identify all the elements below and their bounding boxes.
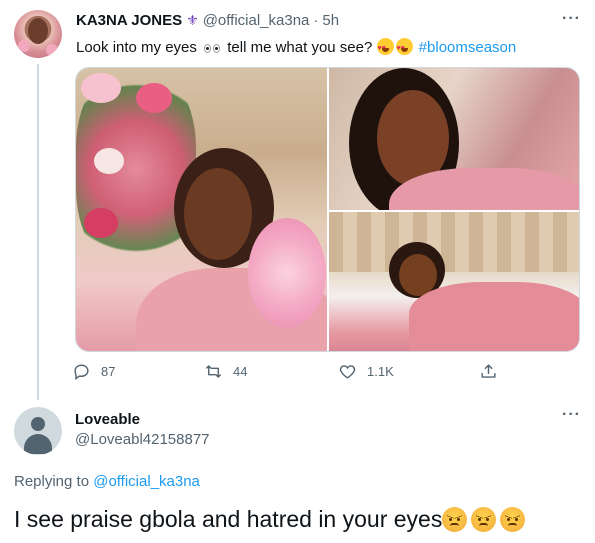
author-handle[interactable]: @official_ka3na xyxy=(203,12,310,29)
fleur-de-lis-icon: ⚜ xyxy=(186,12,199,28)
heart-icon xyxy=(339,365,356,379)
avatar-flower-decoration xyxy=(18,40,30,52)
reply-text: I see praise gbola and hatred in your ey… xyxy=(14,505,529,533)
reply-icon xyxy=(74,364,89,381)
default-avatar-head xyxy=(31,417,45,431)
author-avatar[interactable] xyxy=(14,10,62,58)
replying-to-line: Replying to @official_ka3na xyxy=(14,473,200,490)
retweet-icon xyxy=(205,365,222,378)
tweet-action-bar: 87 44 1.1K xyxy=(72,362,502,386)
reply-button[interactable]: 87 xyxy=(72,362,115,381)
replying-to-label: Replying to xyxy=(14,473,90,490)
share-button[interactable] xyxy=(479,362,508,381)
thread-connector-line xyxy=(37,64,39,400)
tweet-text-part: tell me what you see? xyxy=(227,39,373,56)
reply-text-body: I see praise gbola and hatred in your ey… xyxy=(14,506,443,532)
like-button[interactable]: 1.1K xyxy=(338,362,394,381)
more-options-icon[interactable]: ··· xyxy=(562,10,581,28)
tweet-text-part: Look into my eyes xyxy=(76,39,197,56)
avatar-face xyxy=(28,18,48,44)
tweet-text: Look into my eyes tell me what you see? … xyxy=(76,38,517,59)
dot-separator: · xyxy=(313,12,319,29)
tweet-header: KA3NA JONES ⚜ @official_ka3na · 5h xyxy=(76,12,339,29)
hashtag-link[interactable]: #bloomseason xyxy=(419,39,517,56)
tweet-timestamp[interactable]: 5h xyxy=(322,12,339,29)
heart-eyes-emoji-icon xyxy=(376,38,394,59)
reply-more-options-icon[interactable]: ··· xyxy=(562,406,581,424)
reply-author-handle[interactable]: @Loveabl42158877 xyxy=(75,431,210,448)
reply-author-name[interactable]: Loveable xyxy=(75,411,140,428)
photo-lying-on-bed[interactable] xyxy=(329,212,579,351)
reply-count: 87 xyxy=(101,364,116,379)
retweet-count: 44 xyxy=(233,364,248,379)
eyes-emoji-icon xyxy=(203,38,221,58)
angry-face-emoji-icon xyxy=(500,507,526,532)
photo-closeup-portrait[interactable] xyxy=(329,68,579,210)
like-count: 1.1K xyxy=(367,364,394,379)
angry-face-emoji-icon xyxy=(471,507,497,532)
author-name[interactable]: KA3NA JONES xyxy=(76,12,182,29)
tweet-media-grid xyxy=(75,67,580,352)
photo-portrait-flowers[interactable] xyxy=(76,68,327,351)
replying-to-handle-link[interactable]: @official_ka3na xyxy=(93,473,200,490)
retweet-button[interactable]: 44 xyxy=(204,362,247,381)
reply-author-avatar[interactable] xyxy=(14,407,62,455)
default-avatar-body xyxy=(24,434,52,454)
angry-face-emoji-icon xyxy=(442,507,468,532)
heart-eyes-emoji-icon xyxy=(395,38,413,59)
share-icon xyxy=(481,364,496,378)
avatar-flower-decoration xyxy=(46,44,58,56)
